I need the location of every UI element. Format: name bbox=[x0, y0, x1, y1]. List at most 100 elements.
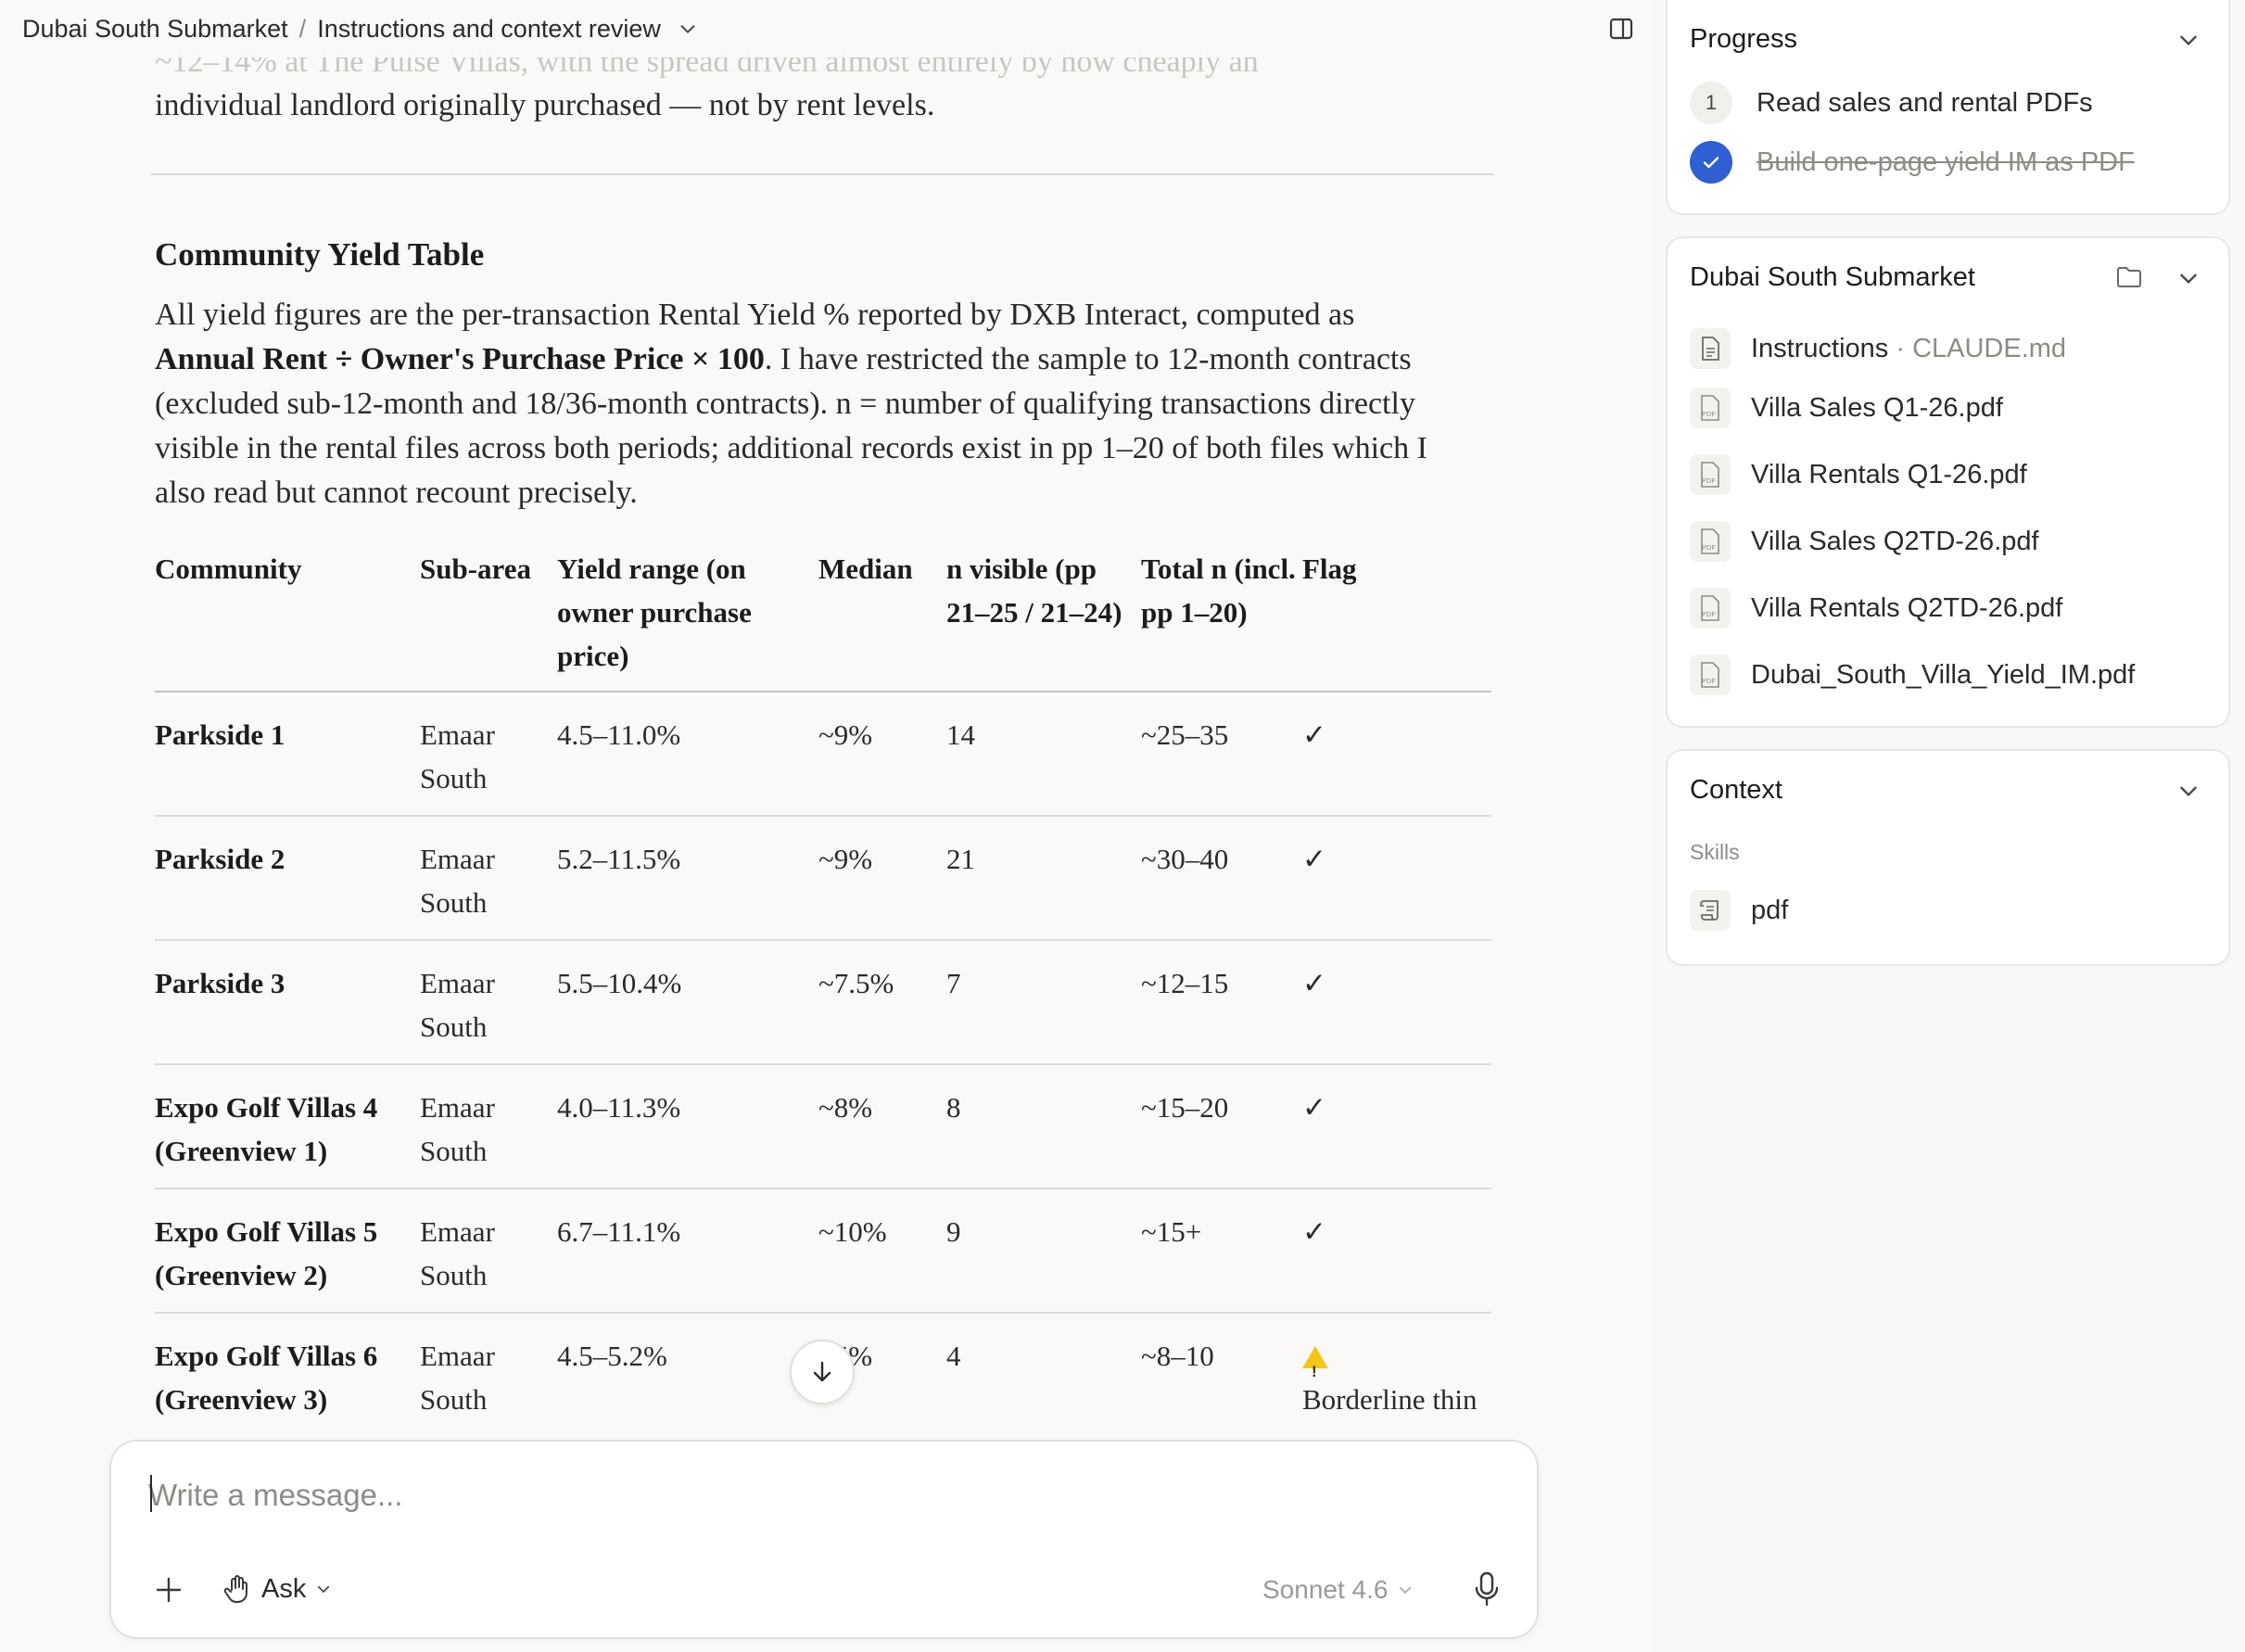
file-item[interactable]: PDF Villa Sales Q1-26.pdf bbox=[1690, 388, 2003, 428]
hand-icon bbox=[223, 1575, 247, 1603]
paragraph-end: individual landlord originally purchased… bbox=[155, 88, 935, 122]
breadcrumb-chat-title[interactable]: Instructions and context review bbox=[317, 15, 661, 44]
skill-item[interactable]: pdf bbox=[1690, 890, 1788, 931]
cell-subarea: Emaar South bbox=[420, 692, 557, 817]
divider bbox=[151, 173, 1493, 175]
progress-step: 1 Read sales and rental PDFs bbox=[1690, 82, 2093, 124]
cell-range: 5.2–11.5% bbox=[557, 816, 818, 941]
section-body: All yield figures are the per-transactio… bbox=[155, 293, 1452, 515]
text-caret bbox=[150, 1475, 152, 1512]
model-selector[interactable]: Sonnet 4.6 bbox=[1262, 1571, 1414, 1608]
cell-flag: ✓ bbox=[1302, 816, 1491, 941]
table-row: Parkside 3 Emaar South 5.5–10.4% ~7.5% 7… bbox=[155, 940, 1491, 1065]
document-icon bbox=[1690, 328, 1731, 369]
cell-community: Parkside 2 bbox=[155, 816, 420, 941]
context-title: Context bbox=[1690, 775, 1782, 805]
header-total-n: Total n (incl. pp 1–20) bbox=[1141, 547, 1302, 693]
chat-main: ~12–14% at The Pulse Villas, with the sp… bbox=[0, 0, 1650, 1652]
progress-step: Build one-page yield IM as PDF bbox=[1690, 141, 2135, 184]
cell-median: ~9% bbox=[818, 692, 946, 817]
cell-flag: ✓ bbox=[1302, 1064, 1491, 1189]
breadcrumb-project[interactable]: Dubai South Submarket bbox=[22, 15, 288, 44]
project-files-card: Dubai South Submarket Instructions · CLA… bbox=[1666, 236, 2230, 728]
cell-total: ~30–40 bbox=[1141, 816, 1302, 941]
pdf-file-icon: PDF bbox=[1690, 588, 1731, 629]
cell-range: 4.5–5.2% bbox=[557, 1313, 818, 1438]
header-yield-range: Yield range (on owner purchase price) bbox=[557, 547, 818, 693]
cell-flag: Borderline thin bbox=[1302, 1313, 1491, 1438]
cell-subarea: Emaar South bbox=[420, 1188, 557, 1314]
section-title: Community Yield Table bbox=[155, 236, 485, 273]
chevron-down-icon bbox=[318, 1585, 330, 1594]
cell-community: Expo Golf Villas 6 (Greenview 3) bbox=[155, 1313, 420, 1438]
table-row: Expo Golf Villas 5 (Greenview 2) Emaar S… bbox=[155, 1188, 1491, 1314]
chevron-down-icon[interactable] bbox=[2176, 28, 2201, 52]
cell-range: 6.7–11.1% bbox=[557, 1188, 818, 1314]
message-input[interactable] bbox=[148, 1469, 1446, 1521]
step-label: Read sales and rental PDFs bbox=[1757, 87, 2093, 118]
community-yield-table: Community Sub-area Yield range (on owner… bbox=[155, 547, 1491, 1438]
progress-title: Progress bbox=[1690, 24, 1798, 54]
cell-median: ~8% bbox=[818, 1064, 946, 1189]
breadcrumb-separator: / bbox=[298, 14, 307, 43]
progress-card: Progress 1 Read sales and rental PDFs Bu… bbox=[1666, 0, 2230, 215]
context-card: Context Skills pdf bbox=[1666, 749, 2230, 966]
mode-label: Ask bbox=[261, 1573, 307, 1604]
file-name: Villa Rentals Q2TD-26.pdf bbox=[1751, 592, 2063, 623]
pdf-badge: PDF bbox=[1702, 543, 1716, 552]
message-composer: Ask Sonnet 4.6 bbox=[109, 1440, 1539, 1639]
chevron-down-icon[interactable] bbox=[2176, 779, 2201, 803]
pdf-badge: PDF bbox=[1702, 477, 1716, 485]
step-number: 1 bbox=[1690, 82, 1732, 124]
project-title: Dubai South Submarket bbox=[1690, 262, 1975, 292]
file-item[interactable]: PDF Villa Sales Q2TD-26.pdf bbox=[1690, 521, 2039, 562]
chevron-down-icon bbox=[1400, 1586, 1412, 1595]
chevron-down-icon[interactable] bbox=[2176, 266, 2201, 290]
cell-total: ~12–15 bbox=[1141, 940, 1302, 1065]
file-item[interactable]: PDF Dubai_South_Villa_Yield_IM.pdf bbox=[1690, 654, 2135, 695]
pdf-file-icon: PDF bbox=[1690, 654, 1731, 695]
cell-n: 7 bbox=[946, 940, 1141, 1065]
add-attachment-button[interactable] bbox=[152, 1573, 185, 1607]
cell-median: ~9% bbox=[818, 816, 946, 941]
cell-range: 4.0–11.3% bbox=[557, 1064, 818, 1189]
mode-selector[interactable]: Ask bbox=[222, 1568, 332, 1610]
chevron-down-icon[interactable] bbox=[678, 19, 698, 39]
scroll-icon bbox=[1690, 890, 1731, 931]
skills-label: Skills bbox=[1690, 840, 1740, 864]
file-name: Villa Rentals Q1-26.pdf bbox=[1751, 459, 2027, 489]
microphone-icon[interactable] bbox=[1468, 1568, 1505, 1610]
pdf-file-icon: PDF bbox=[1690, 388, 1731, 428]
cell-flag: ✓ bbox=[1302, 940, 1491, 1065]
table-row: Parkside 2 Emaar South 5.2–11.5% ~9% 21 … bbox=[155, 816, 1491, 941]
folder-icon[interactable] bbox=[2115, 264, 2143, 290]
checkmark-icon bbox=[1690, 141, 1732, 184]
cell-range: 4.5–11.0% bbox=[557, 692, 818, 817]
cell-total: ~25–35 bbox=[1141, 692, 1302, 817]
instructions-file[interactable]: Instructions · CLAUDE.md bbox=[1690, 328, 2066, 369]
body-text-1: All yield figures are the per-transactio… bbox=[155, 298, 1355, 332]
header-median: Median bbox=[818, 547, 946, 693]
file-item[interactable]: PDF Villa Rentals Q2TD-26.pdf bbox=[1690, 588, 2062, 629]
file-name: Villa Sales Q2TD-26.pdf bbox=[1751, 526, 2039, 556]
cell-subarea: Emaar South bbox=[420, 1313, 557, 1438]
pdf-file-icon: PDF bbox=[1690, 454, 1731, 495]
scroll-down-button[interactable] bbox=[790, 1340, 855, 1404]
cell-n: 4 bbox=[946, 1313, 1141, 1438]
instructions-separator: · bbox=[1888, 333, 1913, 363]
cell-range: 5.5–10.4% bbox=[557, 940, 818, 1065]
cell-total: ~15–20 bbox=[1141, 1064, 1302, 1189]
arrow-down-icon bbox=[813, 1361, 831, 1382]
pdf-badge: PDF bbox=[1702, 410, 1716, 418]
file-name: Dubai_South_Villa_Yield_IM.pdf bbox=[1751, 659, 2136, 690]
cell-community: Parkside 1 bbox=[155, 692, 420, 817]
header-subarea: Sub-area bbox=[420, 547, 557, 693]
panel-toggle-icon[interactable] bbox=[1607, 15, 1635, 43]
pdf-file-icon: PDF bbox=[1690, 521, 1731, 562]
cell-community: Expo Golf Villas 4 (Greenview 1) bbox=[155, 1064, 420, 1189]
file-item[interactable]: PDF Villa Rentals Q1-26.pdf bbox=[1690, 454, 2027, 495]
flag-text: Borderline thin bbox=[1302, 1383, 1478, 1416]
table-row: Expo Golf Villas 4 (Greenview 1) Emaar S… bbox=[155, 1064, 1491, 1189]
pdf-badge: PDF bbox=[1702, 610, 1716, 618]
cell-subarea: Emaar South bbox=[420, 940, 557, 1065]
